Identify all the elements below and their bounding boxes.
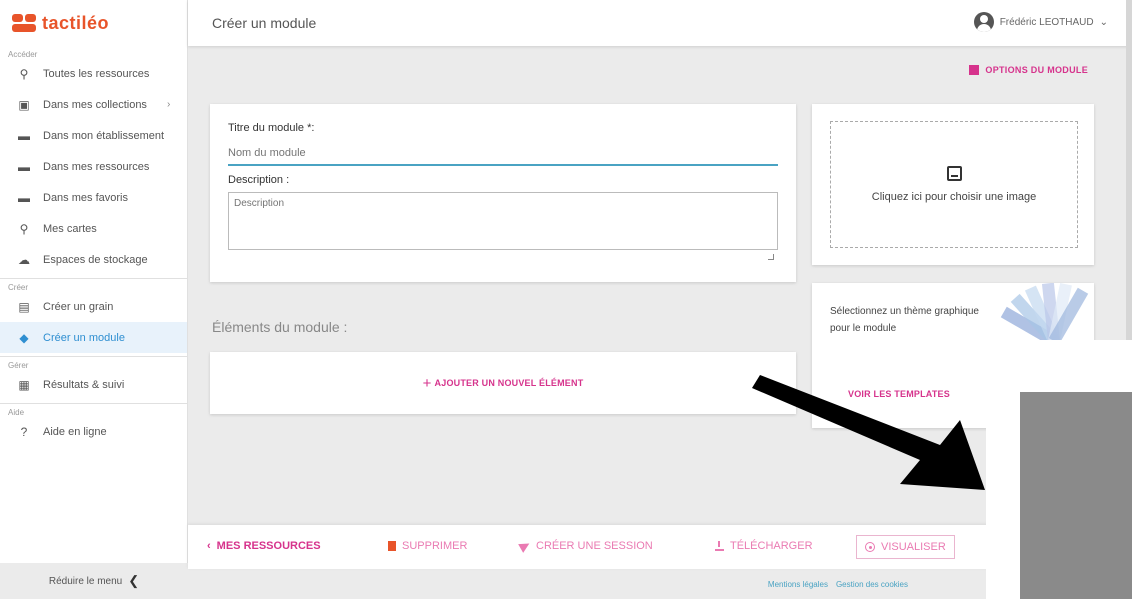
search-icon: ⚲ xyxy=(19,66,29,81)
sidebar-item[interactable]: ▬ Dans mon établissement xyxy=(0,120,187,151)
logo-icon xyxy=(12,14,38,32)
back-to-resources-button[interactable]: ‹ MES RESSOURCES xyxy=(207,540,321,552)
sidebar-item[interactable]: ⚲ Toutes les ressources xyxy=(0,58,187,89)
sidebar-item-label: Dans mes collections xyxy=(43,98,147,111)
add-element-label: AJOUTER UN NOUVEL ÉLÉMENT xyxy=(434,378,584,388)
sidebar-section-label: Accéder xyxy=(8,50,38,59)
sidebar-item-label: Créer un grain xyxy=(43,300,114,313)
image-dropzone[interactable]: Cliquez ici pour choisir une image xyxy=(830,121,1078,248)
sidebar-section-label: Gérer xyxy=(8,361,29,370)
overlay-gray-box xyxy=(1020,392,1132,599)
collections-icon: ▣ xyxy=(18,97,30,112)
sidebar-item-label: Résultats & suivi xyxy=(43,378,125,391)
sidebar-item-label: Aide en ligne xyxy=(43,425,107,438)
action-bar: ‹ MES RESSOURCES SUPPRIMER CRÉER UNE SES… xyxy=(188,525,988,569)
download-label: TÉLÉCHARGER xyxy=(730,540,813,552)
create-session-button[interactable]: CRÉER UNE SESSION xyxy=(518,539,653,553)
theme-card-text: Sélectionnez un thème graphique pour le … xyxy=(830,306,979,334)
module-title-input[interactable] xyxy=(228,142,778,166)
description-label: Description : xyxy=(228,174,290,186)
chevron-right-icon: › xyxy=(166,99,171,110)
plus-icon: + xyxy=(422,374,432,392)
image-dropzone-label: Cliquez ici pour choisir une image xyxy=(871,191,1037,203)
module-options-label: OPTIONS DU MODULE xyxy=(985,65,1088,75)
user-menu[interactable]: Frédéric LEOTHAUD ⌄ xyxy=(973,12,1108,32)
sidebar-item[interactable]: ▤ Créer un grain xyxy=(0,291,187,322)
cloud-icon: ☁ xyxy=(18,252,30,267)
footer: Mentions légales Gestion des cookies xyxy=(188,569,988,599)
module-options-button[interactable]: OPTIONS DU MODULE xyxy=(969,65,1088,75)
image-icon xyxy=(946,166,962,181)
trash-icon xyxy=(388,541,396,551)
chevron-left-icon: ‹ xyxy=(207,540,211,552)
download-icon xyxy=(715,541,724,551)
sidebar-item[interactable]: ▣ Dans mes collections › xyxy=(0,89,187,120)
chevron-left-icon: ❮ xyxy=(128,573,140,588)
module-elements-title: Éléments du module : xyxy=(212,319,348,335)
collapse-menu-label: Réduire le menu xyxy=(48,575,123,587)
help-icon: ? xyxy=(20,424,28,439)
page-title: Créer un module xyxy=(212,15,317,31)
sidebar-item-label: Dans mon établissement xyxy=(43,129,165,142)
sidebar-item[interactable]: ⚲ Mes cartes xyxy=(0,213,187,244)
sidebar-item[interactable]: ◆ Créer un module xyxy=(0,322,187,353)
sidebar-section-label: Aide xyxy=(8,408,25,417)
back-label: MES RESSOURCES xyxy=(216,540,321,552)
options-icon xyxy=(969,65,980,75)
sidebar-item-label: Toutes les ressources xyxy=(43,67,150,80)
module-form-card: Titre du module *: Description : xyxy=(210,104,796,282)
app-window: tactiléo Accéder ⚲ Toutes les ressources… xyxy=(0,0,1132,599)
sidebar-item-label: Dans mes favoris xyxy=(43,191,128,204)
results-icon: ▦ xyxy=(18,377,30,392)
map-pin-icon: ⚲ xyxy=(19,221,29,236)
sidebar-item-label: Espaces de stockage xyxy=(43,253,148,266)
add-element-button[interactable]: + AJOUTER UN NOUVEL ÉLÉMENT xyxy=(423,375,584,392)
textarea-resize-handle[interactable] xyxy=(768,254,774,260)
favorite-folder-icon: ▬ xyxy=(18,190,30,205)
title-label: Titre du module *: xyxy=(228,122,315,134)
sidebar-sections: Accéder ⚲ Toutes les ressources ▣ Dans m… xyxy=(0,46,187,447)
cookies-link[interactable]: Gestion des cookies xyxy=(836,580,908,589)
sidebar-item[interactable]: ▦ Résultats & suivi xyxy=(0,369,187,400)
sidebar-item-label: Mes cartes xyxy=(43,222,97,235)
sidebar-item[interactable]: ? Aide en ligne xyxy=(0,416,187,447)
grain-icon: ▤ xyxy=(18,299,30,314)
user-avatar-icon xyxy=(973,12,994,32)
image-card: Cliquez ici pour choisir une image xyxy=(812,104,1094,265)
sidebar-item[interactable]: ▬ Dans mes favoris xyxy=(0,182,187,213)
sidebar: tactiléo Accéder ⚲ Toutes les ressources… xyxy=(0,0,188,599)
eye-icon xyxy=(865,542,875,552)
user-name: Frédéric LEOTHAUD xyxy=(999,16,1094,28)
create-session-label: CRÉER UNE SESSION xyxy=(536,540,653,552)
sidebar-item[interactable]: ▬ Dans mes ressources xyxy=(0,151,187,182)
preview-label: VISUALISER xyxy=(881,541,946,553)
sidebar-item[interactable]: ☁ Espaces de stockage xyxy=(0,244,187,275)
legal-link[interactable]: Mentions légales xyxy=(768,580,828,589)
school-folder-icon: ▬ xyxy=(18,128,30,143)
send-icon xyxy=(518,539,532,553)
view-templates-button[interactable]: VOIR LES TEMPLATES xyxy=(848,389,950,399)
sidebar-item-label: Dans mes ressources xyxy=(43,160,150,173)
add-element-card: + AJOUTER UN NOUVEL ÉLÉMENT xyxy=(210,352,796,414)
delete-label: SUPPRIMER xyxy=(402,540,468,552)
collapse-menu-button[interactable]: Réduire le menu ❮ xyxy=(0,563,188,599)
module-icon: ◆ xyxy=(19,330,29,345)
logo-text: tactiléo xyxy=(42,12,110,33)
sidebar-item-label: Créer un module xyxy=(43,331,125,344)
folder-icon: ▬ xyxy=(18,159,30,174)
preview-button[interactable]: VISUALISER xyxy=(856,535,955,559)
module-description-input[interactable] xyxy=(228,192,778,250)
delete-button[interactable]: SUPPRIMER xyxy=(388,540,467,552)
download-button[interactable]: TÉLÉCHARGER xyxy=(715,540,813,552)
logo[interactable]: tactiléo xyxy=(0,0,187,46)
top-header: Créer un module Frédéric LEOTHAUD ⌄ xyxy=(188,0,1132,46)
chevron-down-icon: ⌄ xyxy=(1099,16,1108,28)
sidebar-section-label: Créer xyxy=(8,283,29,292)
